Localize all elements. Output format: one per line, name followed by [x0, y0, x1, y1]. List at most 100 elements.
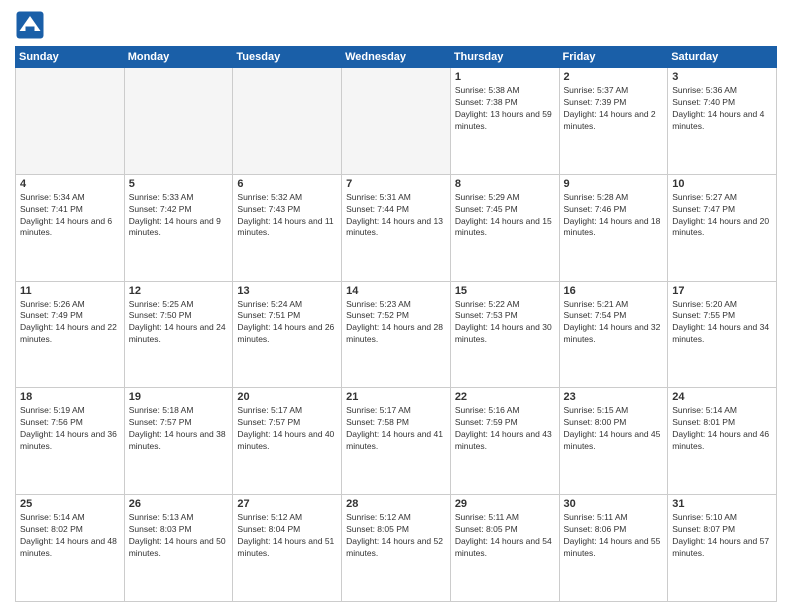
day-number: 14	[346, 285, 446, 297]
calendar-cell	[233, 68, 342, 175]
day-info: Sunrise: 5:11 AMSunset: 8:05 PMDaylight:…	[455, 512, 552, 558]
day-number: 3	[672, 71, 772, 83]
calendar-cell: 19Sunrise: 5:18 AMSunset: 7:57 PMDayligh…	[124, 388, 233, 495]
calendar-cell: 18Sunrise: 5:19 AMSunset: 7:56 PMDayligh…	[16, 388, 125, 495]
day-info: Sunrise: 5:15 AMSunset: 8:00 PMDaylight:…	[564, 405, 661, 451]
day-number: 30	[564, 498, 664, 510]
day-info: Sunrise: 5:12 AMSunset: 8:05 PMDaylight:…	[346, 512, 443, 558]
calendar-cell: 1Sunrise: 5:38 AMSunset: 7:38 PMDaylight…	[450, 68, 559, 175]
calendar-cell: 28 Sunrise: 5:12 AMSunset: 8:05 PMDayligh…	[342, 495, 451, 602]
day-number: 11	[20, 285, 120, 297]
day-number: 8	[455, 178, 555, 190]
day-info: Sunrise: 5:37 AMSunset: 7:39 PMDaylight:…	[564, 85, 656, 131]
day-number: 17	[672, 285, 772, 297]
calendar-cell: 30 Sunrise: 5:11 AMSunset: 8:06 PMDayligh…	[559, 495, 668, 602]
header	[15, 10, 777, 40]
day-number: 23	[564, 391, 664, 403]
day-info: Sunrise: 5:17 AMSunset: 7:58 PMDaylight:…	[346, 405, 443, 451]
calendar-header-monday: Monday	[124, 47, 233, 68]
day-number: 16	[564, 285, 664, 297]
day-number: 15	[455, 285, 555, 297]
day-info: Sunrise: 5:23 AMSunset: 7:52 PMDaylight:…	[346, 299, 443, 345]
calendar-cell: 9 Sunrise: 5:28 AMSunset: 7:46 PMDaylight…	[559, 174, 668, 281]
day-info: Sunrise: 5:12 AMSunset: 8:04 PMDaylight:…	[237, 512, 334, 558]
calendar-cell: 27 Sunrise: 5:12 AMSunset: 8:04 PMDayligh…	[233, 495, 342, 602]
day-info: Sunrise: 5:26 AMSunset: 7:49 PMDaylight:…	[20, 299, 117, 345]
calendar-cell: 12 Sunrise: 5:25 AMSunset: 7:50 PMDayligh…	[124, 281, 233, 388]
day-number: 6	[237, 178, 337, 190]
day-number: 24	[672, 391, 772, 403]
calendar-cell: 21 Sunrise: 5:17 AMSunset: 7:58 PMDayligh…	[342, 388, 451, 495]
calendar-cell	[124, 68, 233, 175]
day-number: 5	[129, 178, 229, 190]
day-number: 10	[672, 178, 772, 190]
calendar-header-sunday: Sunday	[16, 47, 125, 68]
day-info: Sunrise: 5:32 AMSunset: 7:43 PMDaylight:…	[237, 192, 333, 238]
day-number: 27	[237, 498, 337, 510]
calendar-cell: 31 Sunrise: 5:10 AMSunset: 8:07 PMDayligh…	[668, 495, 777, 602]
day-number: 19	[129, 391, 229, 403]
calendar-cell	[342, 68, 451, 175]
day-info: Sunrise: 5:21 AMSunset: 7:54 PMDaylight:…	[564, 299, 661, 345]
calendar-cell: 29Sunrise: 5:11 AMSunset: 8:05 PMDayligh…	[450, 495, 559, 602]
calendar-cell: 7 Sunrise: 5:31 AMSunset: 7:44 PMDaylight…	[342, 174, 451, 281]
day-info: Sunrise: 5:14 AMSunset: 8:01 PMDaylight:…	[672, 405, 769, 451]
calendar-cell: 17 Sunrise: 5:20 AMSunset: 7:55 PMDayligh…	[668, 281, 777, 388]
day-info: Sunrise: 5:25 AMSunset: 7:50 PMDaylight:…	[129, 299, 226, 345]
logo	[15, 10, 49, 40]
day-info: Sunrise: 5:24 AMSunset: 7:51 PMDaylight:…	[237, 299, 334, 345]
day-info: Sunrise: 5:27 AMSunset: 7:47 PMDaylight:…	[672, 192, 769, 238]
day-info: Sunrise: 5:31 AMSunset: 7:44 PMDaylight:…	[346, 192, 443, 238]
day-info: Sunrise: 5:14 AMSunset: 8:02 PMDaylight:…	[20, 512, 117, 558]
calendar-table: SundayMondayTuesdayWednesdayThursdayFrid…	[15, 46, 777, 602]
calendar-cell: 6 Sunrise: 5:32 AMSunset: 7:43 PMDaylight…	[233, 174, 342, 281]
calendar-cell: 20 Sunrise: 5:17 AMSunset: 7:57 PMDayligh…	[233, 388, 342, 495]
day-info: Sunrise: 5:36 AMSunset: 7:40 PMDaylight:…	[672, 85, 764, 131]
calendar-week-2: 11 Sunrise: 5:26 AMSunset: 7:49 PMDayligh…	[16, 281, 777, 388]
calendar-header-friday: Friday	[559, 47, 668, 68]
calendar-cell: 11 Sunrise: 5:26 AMSunset: 7:49 PMDayligh…	[16, 281, 125, 388]
day-number: 26	[129, 498, 229, 510]
calendar-cell: 16 Sunrise: 5:21 AMSunset: 7:54 PMDayligh…	[559, 281, 668, 388]
day-info: Sunrise: 5:20 AMSunset: 7:55 PMDaylight:…	[672, 299, 769, 345]
calendar-week-0: 1Sunrise: 5:38 AMSunset: 7:38 PMDaylight…	[16, 68, 777, 175]
calendar-header-tuesday: Tuesday	[233, 47, 342, 68]
day-number: 22	[455, 391, 555, 403]
day-number: 28	[346, 498, 446, 510]
calendar-header-row: SundayMondayTuesdayWednesdayThursdayFrid…	[16, 47, 777, 68]
day-number: 12	[129, 285, 229, 297]
calendar-cell: 10 Sunrise: 5:27 AMSunset: 7:47 PMDayligh…	[668, 174, 777, 281]
day-number: 21	[346, 391, 446, 403]
day-number: 31	[672, 498, 772, 510]
calendar-cell: 23 Sunrise: 5:15 AMSunset: 8:00 PMDayligh…	[559, 388, 668, 495]
day-info: Sunrise: 5:16 AMSunset: 7:59 PMDaylight:…	[455, 405, 552, 451]
calendar-cell: 14 Sunrise: 5:23 AMSunset: 7:52 PMDayligh…	[342, 281, 451, 388]
calendar-cell: 26 Sunrise: 5:13 AMSunset: 8:03 PMDayligh…	[124, 495, 233, 602]
calendar-header-wednesday: Wednesday	[342, 47, 451, 68]
day-info: Sunrise: 5:29 AMSunset: 7:45 PMDaylight:…	[455, 192, 552, 238]
day-number: 2	[564, 71, 664, 83]
day-info: Sunrise: 5:34 AMSunset: 7:41 PMDaylight:…	[20, 192, 112, 238]
day-info: Sunrise: 5:19 AMSunset: 7:56 PMDaylight:…	[20, 405, 117, 451]
day-info: Sunrise: 5:28 AMSunset: 7:46 PMDaylight:…	[564, 192, 661, 238]
calendar-header-thursday: Thursday	[450, 47, 559, 68]
logo-icon	[15, 10, 45, 40]
day-info: Sunrise: 5:11 AMSunset: 8:06 PMDaylight:…	[564, 512, 661, 558]
day-number: 20	[237, 391, 337, 403]
calendar-week-3: 18Sunrise: 5:19 AMSunset: 7:56 PMDayligh…	[16, 388, 777, 495]
calendar-cell: 25 Sunrise: 5:14 AMSunset: 8:02 PMDayligh…	[16, 495, 125, 602]
calendar-week-4: 25 Sunrise: 5:14 AMSunset: 8:02 PMDayligh…	[16, 495, 777, 602]
calendar-cell: 15 Sunrise: 5:22 AMSunset: 7:53 PMDayligh…	[450, 281, 559, 388]
day-number: 9	[564, 178, 664, 190]
day-info: Sunrise: 5:22 AMSunset: 7:53 PMDaylight:…	[455, 299, 552, 345]
day-number: 7	[346, 178, 446, 190]
day-number: 25	[20, 498, 120, 510]
day-info: Sunrise: 5:10 AMSunset: 8:07 PMDaylight:…	[672, 512, 769, 558]
day-info: Sunrise: 5:13 AMSunset: 8:03 PMDaylight:…	[129, 512, 226, 558]
calendar-cell: 2 Sunrise: 5:37 AMSunset: 7:39 PMDaylight…	[559, 68, 668, 175]
day-info: Sunrise: 5:17 AMSunset: 7:57 PMDaylight:…	[237, 405, 334, 451]
calendar-header-saturday: Saturday	[668, 47, 777, 68]
day-info: Sunrise: 5:33 AMSunset: 7:42 PMDaylight:…	[129, 192, 221, 238]
calendar-cell: 8 Sunrise: 5:29 AMSunset: 7:45 PMDaylight…	[450, 174, 559, 281]
page: SundayMondayTuesdayWednesdayThursdayFrid…	[0, 0, 792, 612]
